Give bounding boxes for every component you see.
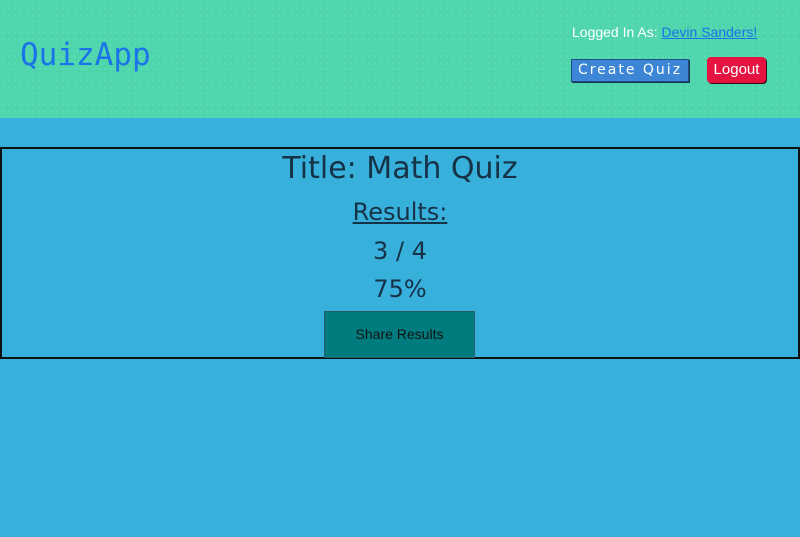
score-value: 3 / 4 bbox=[373, 237, 427, 265]
score-percent: 75% bbox=[373, 275, 427, 303]
user-profile-link[interactable]: Devin Sanders! bbox=[662, 24, 758, 40]
logout-button[interactable]: Logout bbox=[707, 57, 766, 83]
results-heading: Results: bbox=[352, 198, 448, 226]
logged-in-label: Logged In As: bbox=[572, 24, 662, 40]
app-header: QuizApp Logged In As: Devin Sanders! Cre… bbox=[0, 0, 800, 118]
quiz-title: Title: Math Quiz bbox=[282, 151, 518, 186]
logged-in-status: Logged In As: Devin Sanders! bbox=[572, 24, 757, 40]
share-results-button[interactable]: Share Results bbox=[324, 311, 475, 358]
create-quiz-button[interactable]: Create Quiz bbox=[571, 59, 689, 82]
app-logo[interactable]: QuizApp bbox=[20, 40, 151, 71]
